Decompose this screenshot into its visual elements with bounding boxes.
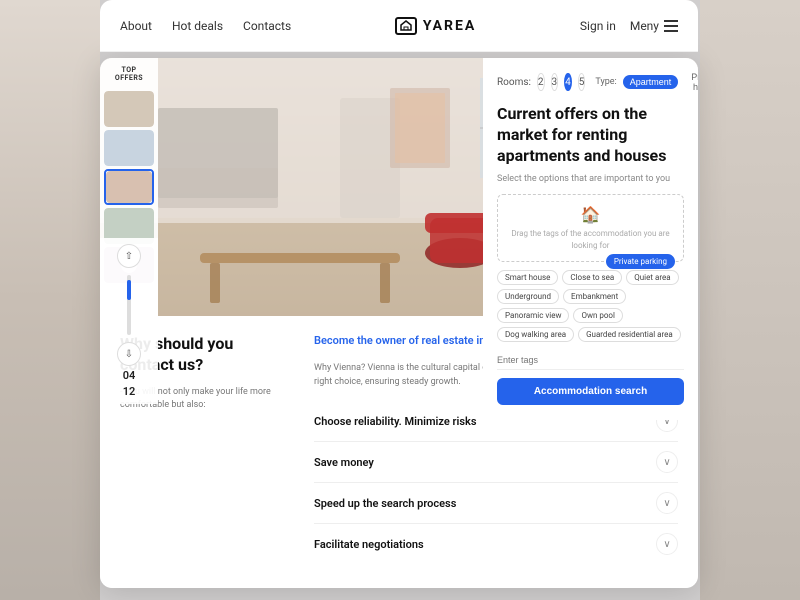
rooms-row: Rooms: 2 3 4 5 Type: Apartment Private h… (497, 70, 684, 94)
drop-zone-icon: 🏠 (506, 205, 675, 224)
nav-hot-deals[interactable]: Hot deals (172, 19, 223, 33)
slider-track (127, 275, 131, 335)
slider-thumb (127, 280, 131, 300)
room-num-4[interactable]: 4 (564, 73, 572, 91)
accordion-chevron-save-money: ∨ (656, 451, 678, 473)
slider-top-number: 04 (123, 369, 136, 382)
slider-bottom-number: 12 (123, 385, 136, 398)
accordion-item-save-money[interactable]: Save money ∨ (314, 442, 678, 483)
nav-links: About Hot deals Contacts (120, 19, 291, 33)
bg-left (0, 0, 100, 600)
logo-icon (395, 17, 417, 35)
nav-about[interactable]: About (120, 19, 152, 33)
hamburger-icon (664, 20, 678, 32)
type-apartment-btn[interactable]: Apartment (623, 75, 679, 89)
tag-smart-house[interactable]: Smart house (497, 270, 558, 285)
tag-dog-walking-area[interactable]: Dog walking area (497, 327, 574, 342)
navbar: About Hot deals Contacts YAREA Sign in M… (100, 0, 698, 52)
accordion-item-speed-up[interactable]: Speed up the search process ∨ (314, 483, 678, 524)
tag-guarded-residential-area[interactable]: Guarded residential area (578, 327, 681, 342)
search-button[interactable]: Accommodation search (497, 378, 684, 405)
room-num-3[interactable]: 3 (551, 73, 559, 91)
private-parking-badge: Private parking (606, 254, 675, 269)
offer-thumb-0[interactable] (104, 91, 154, 127)
accordion-label-speed-up: Speed up the search process (314, 497, 456, 510)
top-offers-label: TOPOFFERS (104, 66, 154, 83)
tag-own-pool[interactable]: Own pool (573, 308, 622, 323)
right-panel: Rooms: 2 3 4 5 Type: Apartment Private h… (483, 58, 698, 420)
tag-close-to-sea[interactable]: Close to sea (562, 270, 622, 285)
panel-title: Current offers on the market for renting… (497, 104, 684, 166)
tag-underground[interactable]: Underground (497, 289, 559, 304)
drop-zone[interactable]: 🏠 Drag the tags of the accommodation you… (497, 194, 684, 261)
logo-text: YAREA (423, 18, 476, 34)
accordion-label-reliability: Choose reliability. Minimize risks (314, 415, 477, 428)
bg-right (700, 0, 800, 600)
main-card: TOPOFFERS ▶ ⇧ ⇩ 04 12 Rooms: 2 3 4 5 Typ… (100, 58, 698, 588)
accordion-item-facilitate[interactable]: Facilitate negotiations ∨ (314, 524, 678, 564)
slider-up-btn[interactable]: ⇧ (117, 244, 141, 268)
accordion-label-save-money: Save money (314, 456, 374, 469)
nav-contacts[interactable]: Contacts (243, 19, 291, 33)
meny-label: Meny (630, 19, 659, 33)
panel-subtitle: Select the options that are important to… (497, 174, 684, 184)
tag-embankment[interactable]: Embankment (563, 289, 626, 304)
offer-thumb-1[interactable] (104, 130, 154, 166)
type-label: Type: (595, 77, 616, 87)
slider-controls: ⇧ ⇩ 04 12 (100, 238, 158, 404)
drop-zone-text: Drag the tags of the accommodation you a… (506, 228, 675, 250)
tags-grid: Smart house Close to sea Quiet area Undergr… (497, 270, 684, 342)
slider-down-btn[interactable]: ⇩ (117, 342, 141, 366)
tag-quiet-area[interactable]: Quiet area (626, 270, 678, 285)
room-num-5[interactable]: 5 (578, 73, 586, 91)
logo: YAREA (291, 17, 580, 35)
accordion: Choose reliability. Minimize risks∨Save … (314, 401, 678, 564)
navbar-right: Sign in Meny (580, 19, 678, 33)
offer-thumb-2[interactable] (104, 169, 154, 205)
type-house-btn[interactable]: Private house (684, 70, 698, 94)
sign-in-link[interactable]: Sign in (580, 19, 616, 33)
tag-input[interactable] (497, 351, 684, 370)
room-num-2[interactable]: 2 (537, 73, 545, 91)
meny-button[interactable]: Meny (630, 19, 678, 33)
accordion-chevron-speed-up: ∨ (656, 492, 678, 514)
accordion-label-facilitate: Facilitate negotiations (314, 538, 424, 551)
tag-panoramic-view[interactable]: Panoramic view (497, 308, 569, 323)
accordion-chevron-facilitate: ∨ (656, 533, 678, 555)
rooms-label: Rooms: (497, 77, 531, 88)
